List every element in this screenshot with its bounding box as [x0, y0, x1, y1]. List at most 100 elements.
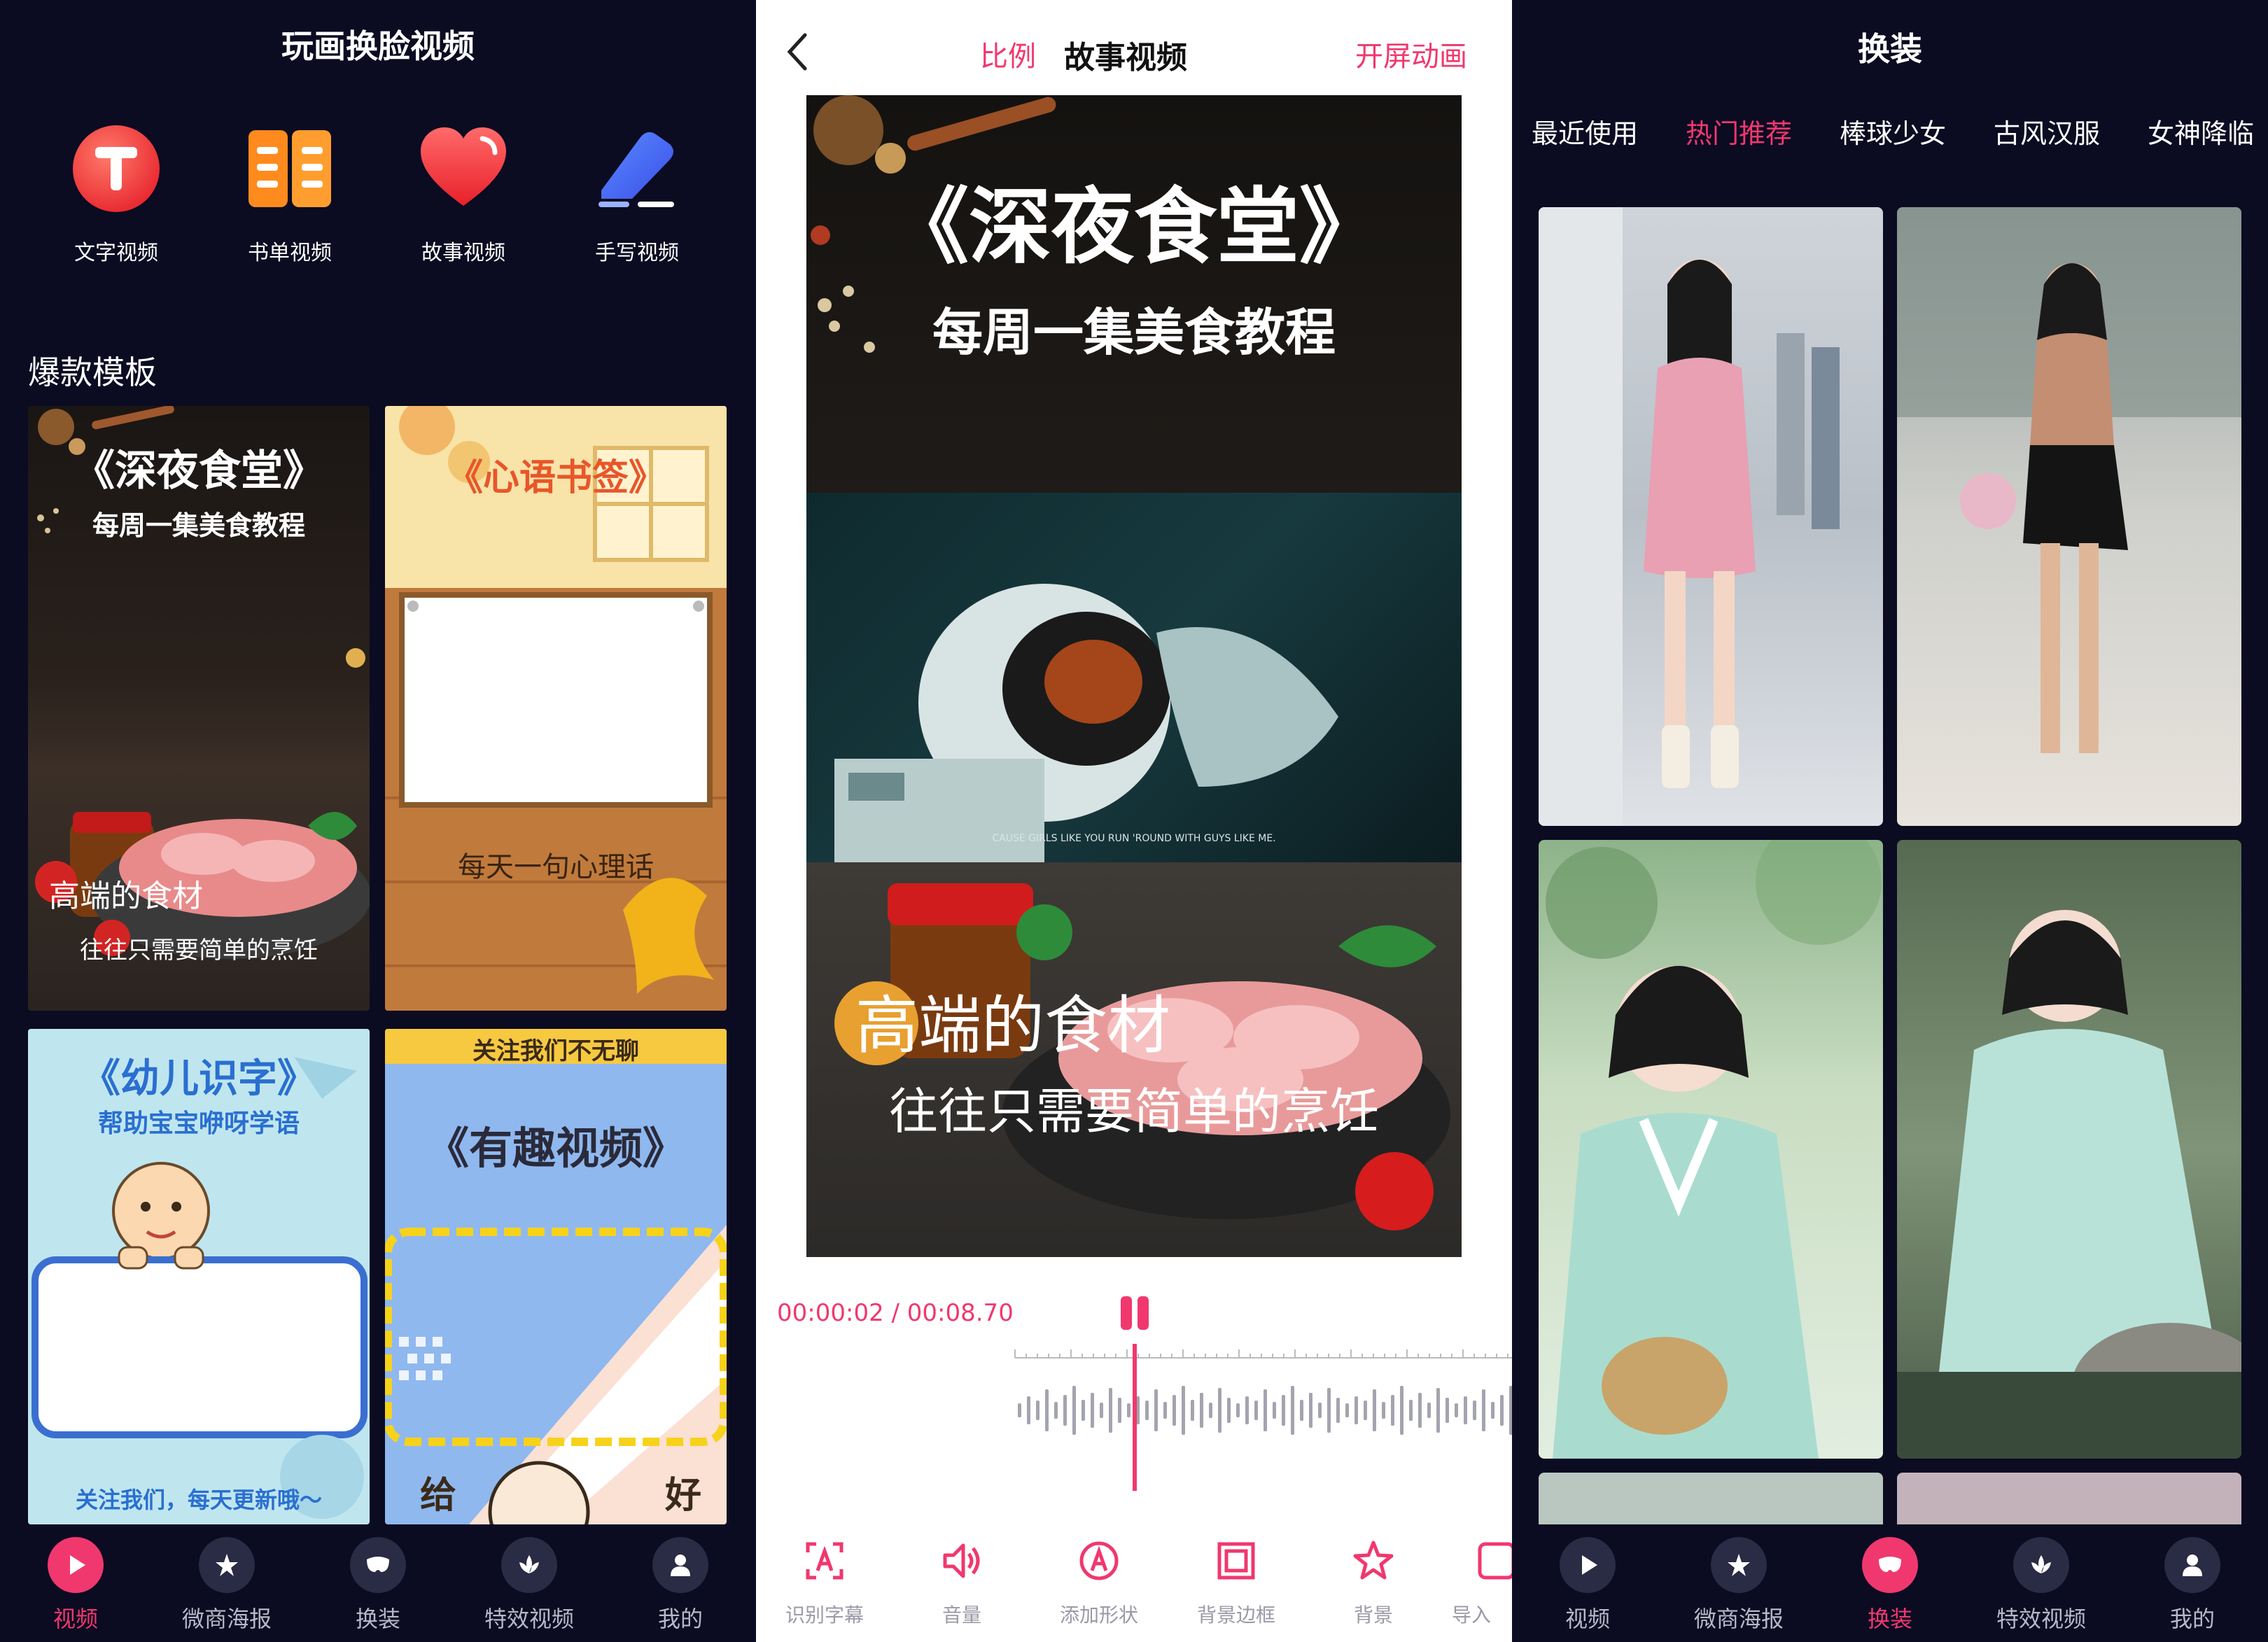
tool-label: 文字视频: [74, 241, 158, 265]
waveform-bar: [1254, 1401, 1258, 1420]
video-preview[interactable]: 《深夜食堂》 每周一集美食教程 CAUSE GIRLS LIKE YOU RUN…: [806, 95, 1462, 1257]
waveform-bar: [1145, 1401, 1149, 1420]
waveform-bar: [1100, 1403, 1103, 1418]
pause-button[interactable]: [1115, 1293, 1154, 1333]
tab-mine[interactable]: 我的: [605, 1537, 756, 1642]
bottom-tab-bar: 视频 微商海报 换装 特效视频 我的: [1512, 1524, 2268, 1642]
waveform-bar: [1500, 1395, 1504, 1426]
tab-label: 特效视频: [1996, 1606, 2086, 1632]
video-caption: CAUSE GIRLS LIKE YOU RUN 'ROUND WITH GUY…: [992, 833, 1276, 844]
outfit-photo-hanfu-1[interactable]: [1539, 840, 1883, 1459]
outfit-photo-hanfu-2[interactable]: [1897, 840, 2241, 1459]
import-button[interactable]: 导入: [1442, 1540, 1512, 1642]
tab-mine[interactable]: 我的: [2117, 1537, 2268, 1642]
text-video-button[interactable]: 文字视频: [46, 123, 186, 277]
waveform-bar: [1491, 1402, 1494, 1419]
tab-label: 我的: [657, 1606, 703, 1632]
template-title: 《幼儿识字》: [81, 1056, 316, 1102]
volume-button[interactable]: 音量: [893, 1540, 1030, 1642]
tool-label: 书单视频: [248, 241, 332, 265]
handwriting-video-button[interactable]: 手写视频: [567, 123, 707, 277]
waveform-bar: [1209, 1403, 1212, 1418]
page-title: 故事视频: [1064, 40, 1187, 76]
category-tab-hanfu[interactable]: 古风汉服: [1994, 112, 2100, 150]
tab-effect-video[interactable]: 特效视频: [1966, 1537, 2117, 1642]
tab-label: 微商海报: [1693, 1606, 1784, 1632]
tab-video[interactable]: 视频: [0, 1537, 151, 1642]
waveform-bar: [1182, 1386, 1185, 1435]
tool-label: 识别字幕: [785, 1604, 864, 1627]
waveform-bar: [1273, 1402, 1276, 1419]
waveform-bar: [1018, 1403, 1021, 1417]
playhead[interactable]: [1133, 1344, 1137, 1491]
tab-wechat-poster[interactable]: 微商海报: [1663, 1537, 1814, 1642]
template-card-fun-video[interactable]: 关注我们不无聊 《有趣视频》 给 好: [385, 1029, 727, 1524]
audio-waveform-timeline[interactable]: [959, 1344, 1512, 1491]
book-list-video-button[interactable]: 书单视频: [220, 123, 360, 277]
ratio-button[interactable]: 比例: [980, 34, 1036, 74]
fun-pattern-illustration: [385, 1029, 727, 1524]
background-border-icon: [1217, 1542, 1255, 1580]
recognize-caption-button[interactable]: 识别字幕: [756, 1540, 893, 1642]
back-arrow-icon[interactable]: [784, 31, 812, 73]
tab-video[interactable]: 视频: [1512, 1537, 1663, 1642]
video-segment-food: 高端的食材 往往只需要简单的烹饪: [806, 862, 1462, 1257]
waveform-bar: [1163, 1402, 1167, 1419]
waveform-bar: [1054, 1402, 1058, 1419]
outfit-photo-floral-dress[interactable]: [1539, 207, 1883, 826]
waveform-bar: [1154, 1389, 1158, 1431]
template-subtitle: 帮助宝宝咿呀学语: [97, 1109, 300, 1138]
tool-label: 添加形状: [1059, 1604, 1138, 1627]
waveform-bar: [1300, 1400, 1303, 1421]
waveform-bar: [1473, 1401, 1476, 1420]
template-card-late-night-diner[interactable]: 《深夜食堂》 每周一集美食教程 高端的食材 往往只需要简单的烹饪: [28, 406, 370, 1011]
lotus-icon: [501, 1537, 557, 1593]
tab-dress-up[interactable]: 换装: [302, 1537, 454, 1642]
waveform-bar: [1336, 1398, 1340, 1423]
section-title: 爆款模板: [28, 353, 157, 391]
category-tab-goddess[interactable]: 女神降临: [2148, 112, 2254, 150]
add-shape-button[interactable]: 添加形状: [1030, 1540, 1168, 1642]
background-border-button[interactable]: 背景边框: [1168, 1540, 1305, 1642]
volume-icon: [943, 1543, 980, 1578]
page-title: 玩画换脸视频: [281, 27, 475, 65]
text-t-icon: [71, 123, 162, 214]
video-line: 高端的食材: [855, 989, 1170, 1062]
template-card-heart-bookmark[interactable]: 《心语书签》 每天一句心理话: [385, 406, 727, 1011]
template-card-kid-literacy[interactable]: 《幼儿识字》 帮助宝宝咿呀学语 关注我们，每天更新哦～: [28, 1029, 370, 1524]
edit-toolbar: 识别字幕 音量 添加形状 背景边框 背景 导入: [756, 1533, 1512, 1642]
pause-icon: [1121, 1296, 1149, 1330]
person-photo: [1897, 910, 2241, 1459]
category-tab-recent[interactable]: 最近使用: [1532, 112, 1638, 150]
category-tab-hot[interactable]: 热门推荐: [1686, 112, 1792, 150]
video-line: 往往只需要简单的烹饪: [889, 1083, 1379, 1140]
category-tab-baseball-girl[interactable]: 棒球少女: [1840, 112, 1946, 150]
tab-label: 特效视频: [484, 1606, 574, 1632]
user-icon: [2164, 1537, 2220, 1593]
splash-animation-button[interactable]: 开屏动画: [1355, 34, 1467, 74]
tab-dress-up[interactable]: 换装: [1814, 1537, 1966, 1642]
video-home-screen: 玩画换脸视频 文字视频 书单视频 故事视频 手写视频 爆款模板 《深夜食堂》 每…: [0, 0, 756, 1642]
outfit-photo-black-skirt[interactable]: [1897, 207, 2241, 826]
waveform-bar: [1127, 1403, 1130, 1417]
user-icon: [652, 1537, 708, 1593]
waveform-bar: [1245, 1396, 1249, 1424]
waveform-bar: [1227, 1398, 1231, 1423]
category-tabs: 最近使用 热门推荐 棒球少女 古风汉服 女神降临: [1512, 112, 2268, 154]
tab-label: 微商海报: [181, 1606, 272, 1632]
waveform-bar: [1282, 1395, 1285, 1426]
tool-label: 背景边框: [1196, 1604, 1275, 1627]
template-subtitle: 每周一集美食教程: [92, 510, 305, 541]
waveform-bar: [1482, 1389, 1485, 1431]
background-button[interactable]: 背景: [1305, 1540, 1442, 1642]
waveform-bar: [1327, 1388, 1331, 1433]
star-icon: [1353, 1541, 1394, 1580]
tab-wechat-poster[interactable]: 微商海报: [151, 1537, 302, 1642]
handwriting-pen-icon: [592, 123, 682, 214]
story-video-button[interactable]: 故事视频: [393, 123, 533, 277]
waveform-bar: [1264, 1389, 1267, 1431]
waveform-bar: [1072, 1386, 1076, 1435]
tab-effect-video[interactable]: 特效视频: [454, 1537, 605, 1642]
tab-label: 换装: [355, 1606, 400, 1632]
waveform-bar: [1118, 1398, 1121, 1423]
